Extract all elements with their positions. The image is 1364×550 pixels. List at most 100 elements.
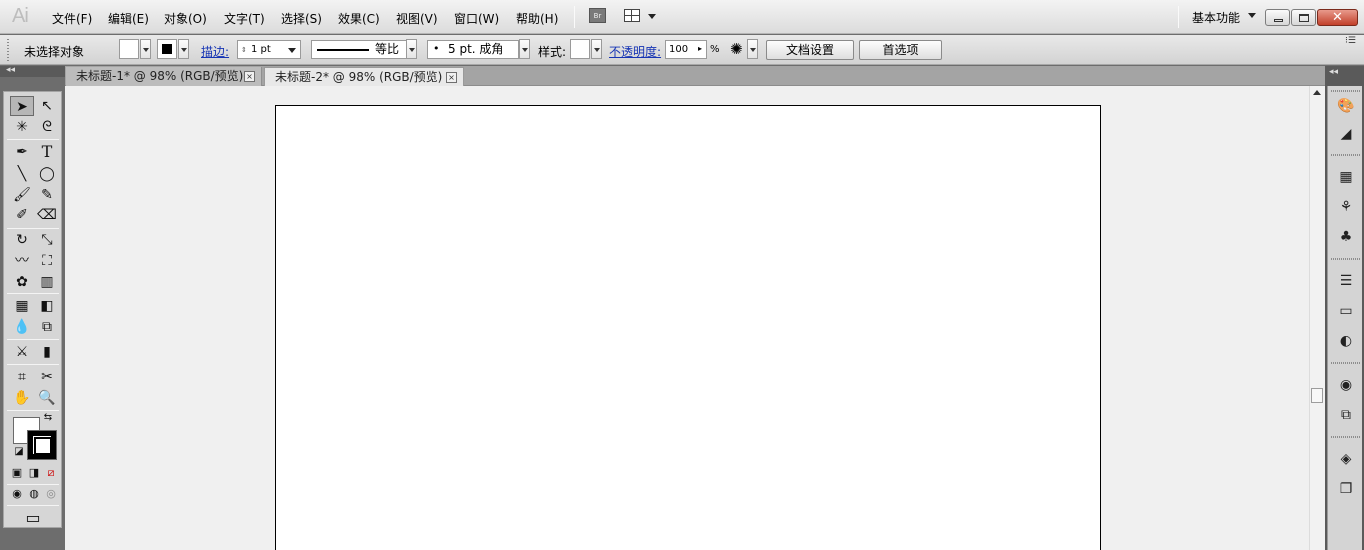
free-transform-tool-icon[interactable]: ⛶ bbox=[35, 251, 59, 271]
menu-type[interactable]: 文字(T) bbox=[224, 10, 265, 27]
preferences-button[interactable]: 首选项 bbox=[859, 40, 942, 60]
scale-tool-icon[interactable]: ⤡ bbox=[35, 230, 59, 250]
type-tool-icon[interactable]: T bbox=[35, 142, 59, 162]
document-tab[interactable]: 未标题-1* @ 98% (RGB/预览) × bbox=[66, 67, 262, 86]
menu-effect[interactable]: 效果(C) bbox=[338, 10, 380, 27]
warp-tool-icon[interactable]: 〰 bbox=[10, 251, 34, 271]
direct-selection-tool-icon[interactable]: ↖ bbox=[35, 96, 59, 116]
close-icon[interactable]: × bbox=[244, 71, 255, 82]
arrange-documents-button[interactable] bbox=[624, 8, 656, 25]
brush-dropdown-arrow[interactable] bbox=[519, 39, 530, 59]
draw-behind-icon[interactable]: ◍ bbox=[26, 486, 42, 502]
document-tab-active[interactable]: 未标题-2* @ 98% (RGB/预览) × bbox=[264, 67, 464, 86]
graphic-style-swatch[interactable] bbox=[570, 39, 590, 59]
menu-view[interactable]: 视图(V) bbox=[396, 10, 438, 27]
symbol-sprayer-2-tool-icon[interactable]: ⚔ bbox=[10, 342, 34, 362]
stroke-panel-link[interactable]: 描边: bbox=[201, 43, 229, 60]
menu-window[interactable]: 窗口(W) bbox=[454, 10, 499, 27]
close-window-button[interactable]: ✕ bbox=[1317, 9, 1358, 26]
ellipse-tool-icon[interactable]: ◯ bbox=[35, 164, 59, 184]
scroll-up-icon[interactable] bbox=[1313, 90, 1321, 95]
uniform-profile-line bbox=[317, 49, 369, 51]
opacity-panel-link[interactable]: 不透明度: bbox=[609, 43, 661, 60]
eyedropper-tool-icon[interactable]: 💧 bbox=[10, 317, 34, 337]
graphic-styles-icon[interactable]: ⧉ bbox=[1336, 405, 1356, 425]
transparency-icon[interactable]: ◐ bbox=[1336, 331, 1356, 351]
default-colors-icon[interactable]: ◪ bbox=[12, 445, 26, 459]
brush-definition[interactable]: • 5 pt. 成角 bbox=[427, 40, 519, 59]
mesh-tool-icon[interactable]: ▦ bbox=[10, 296, 34, 316]
none-mode-icon[interactable]: ⧄ bbox=[43, 465, 59, 481]
document-setup-button[interactable]: 文档设置 bbox=[766, 40, 854, 60]
pencil-tool-icon[interactable]: ✎ bbox=[35, 185, 59, 205]
gradient-mode-icon[interactable]: ◨ bbox=[26, 465, 42, 481]
toolbox-header[interactable]: ◂◂ bbox=[0, 65, 65, 77]
hand-tool-icon[interactable]: ✋ bbox=[10, 388, 34, 408]
draw-inside-icon[interactable]: ◎ bbox=[43, 486, 59, 502]
menu-edit[interactable]: 编辑(E) bbox=[108, 10, 149, 27]
gradient-ramp-icon[interactable]: ◢ bbox=[1336, 124, 1356, 144]
rotate-tool-icon[interactable]: ↻ bbox=[10, 230, 34, 250]
magic-wand-tool-icon[interactable]: ✳ bbox=[10, 117, 34, 137]
collapse-icon[interactable]: ◂◂ bbox=[6, 65, 15, 75]
stroke-color-box[interactable] bbox=[27, 430, 57, 460]
zoom-tool-icon[interactable]: 🔍 bbox=[35, 388, 59, 408]
vertical-scrollbar[interactable] bbox=[1309, 86, 1325, 550]
opacity-field[interactable]: 100 ▸ bbox=[665, 40, 707, 59]
slice-tool-icon[interactable]: ✂ bbox=[35, 367, 59, 387]
scrollbar-thumb[interactable] bbox=[1311, 388, 1323, 403]
color-mode-icon[interactable]: ▣ bbox=[9, 465, 25, 481]
lasso-tool-icon[interactable]: ᘓ bbox=[35, 117, 59, 137]
gradient-icon[interactable]: ▭ bbox=[1336, 301, 1356, 321]
expand-panels-icon[interactable]: ◂◂ bbox=[1329, 67, 1338, 77]
variable-width-profile[interactable]: 等比 bbox=[311, 40, 407, 59]
maximize-button[interactable] bbox=[1291, 9, 1316, 26]
blend-tool-icon[interactable]: ⧉ bbox=[35, 317, 59, 337]
gradient-tool-icon[interactable]: ◧ bbox=[35, 296, 59, 316]
workspace-switcher[interactable]: 基本功能 bbox=[1192, 9, 1240, 26]
fill-dropdown-arrow[interactable] bbox=[140, 39, 151, 59]
artboards-icon[interactable]: ❐ bbox=[1336, 479, 1356, 499]
paintbrush-tool-icon[interactable]: 🖌 bbox=[10, 185, 34, 205]
menu-help[interactable]: 帮助(H) bbox=[516, 10, 558, 27]
panel-grip[interactable] bbox=[7, 39, 9, 61]
close-icon[interactable]: × bbox=[446, 72, 457, 83]
graph-tool-icon[interactable]: ▮ bbox=[35, 342, 59, 362]
swap-colors-icon[interactable]: ⇆ bbox=[41, 411, 55, 425]
menu-file[interactable]: 文件(F) bbox=[52, 10, 92, 27]
swatches-icon[interactable]: ▦ bbox=[1336, 167, 1356, 187]
menu-object[interactable]: 对象(O) bbox=[164, 10, 207, 27]
draw-normal-icon[interactable]: ◉ bbox=[9, 486, 25, 502]
line-tool-icon[interactable]: ╲ bbox=[10, 164, 34, 184]
style-dropdown-arrow[interactable] bbox=[591, 39, 602, 59]
brush-label: 5 pt. 成角 bbox=[448, 42, 504, 56]
stroke-icon[interactable]: ☰ bbox=[1336, 271, 1356, 291]
column-graph-tool-icon[interactable]: ▥ bbox=[35, 272, 59, 292]
symbol-sprayer-tool-icon[interactable]: ✿ bbox=[10, 272, 34, 292]
pen-tool-icon[interactable]: ✒ bbox=[10, 142, 34, 162]
appearance-icon[interactable]: ◉ bbox=[1336, 375, 1356, 395]
recolor-artwork-icon[interactable]: ✺ bbox=[730, 40, 743, 58]
menu-select[interactable]: 选择(S) bbox=[281, 10, 322, 27]
recolor-dropdown-arrow[interactable] bbox=[747, 39, 758, 59]
bridge-button[interactable]: Br bbox=[589, 8, 606, 23]
minimize-button[interactable] bbox=[1265, 9, 1290, 26]
screen-mode-icon[interactable]: ▭ bbox=[21, 508, 45, 528]
stroke-weight-field[interactable]: ⇕ 1 pt bbox=[237, 40, 301, 59]
brushes-icon[interactable]: ⚘ bbox=[1336, 197, 1356, 217]
stroke-dropdown-arrow[interactable] bbox=[178, 39, 189, 59]
artboard-tool-icon[interactable]: ⌗ bbox=[10, 367, 34, 387]
selection-tool-icon[interactable]: ➤ bbox=[10, 96, 34, 116]
chevron-down-icon[interactable] bbox=[1248, 13, 1256, 18]
profile-dropdown-arrow[interactable] bbox=[406, 39, 417, 59]
canvas-area[interactable] bbox=[65, 86, 1309, 550]
blob-brush-tool-icon[interactable]: ✐ bbox=[10, 205, 34, 225]
panel-menu-icon[interactable]: ⁝☰ bbox=[1345, 36, 1361, 46]
fill-color-swatch[interactable] bbox=[119, 39, 139, 59]
eraser-tool-icon[interactable]: ⌫ bbox=[35, 205, 59, 225]
symbols-icon[interactable]: ♣ bbox=[1336, 227, 1356, 247]
artboard[interactable] bbox=[275, 105, 1101, 550]
stroke-color-swatch[interactable] bbox=[157, 39, 177, 59]
layers-icon[interactable]: ◈ bbox=[1336, 449, 1356, 469]
color-guide-icon[interactable]: 🎨 bbox=[1336, 96, 1356, 116]
